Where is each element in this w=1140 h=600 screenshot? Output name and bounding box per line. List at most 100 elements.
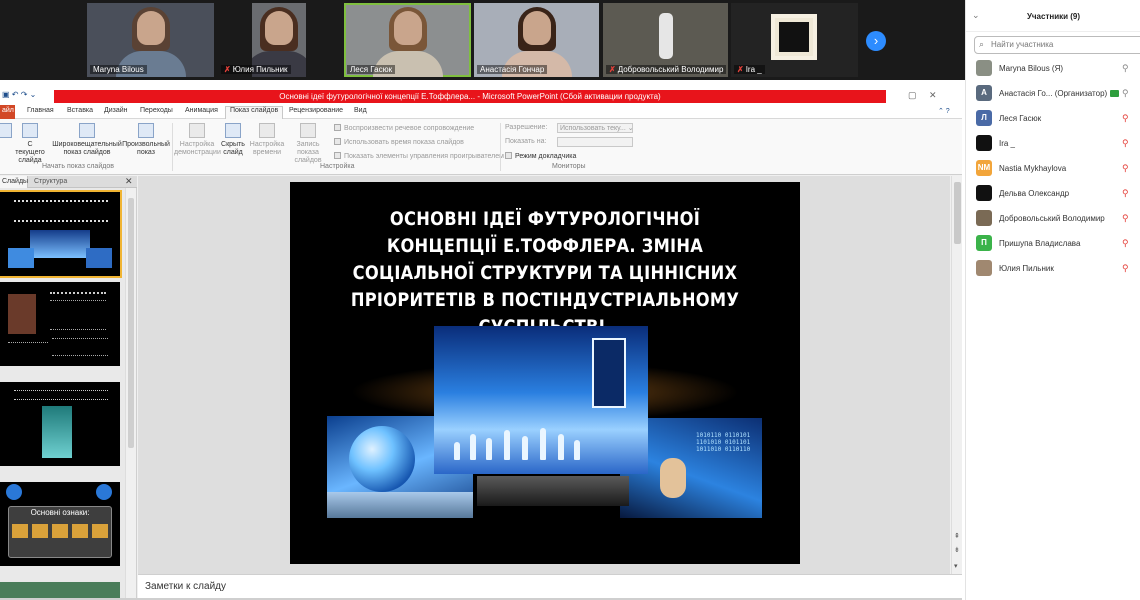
participant-row[interactable]: А Анастасія Го... (Организатор) ⚲ — [966, 81, 1140, 106]
video-tile-name: ✗ Ira _ — [734, 65, 765, 74]
participant-row[interactable]: Maryna Bilous (Я) ⚲ — [966, 56, 1140, 81]
group-separator — [172, 123, 173, 171]
video-tile-name: Леся Гасюк — [347, 65, 396, 74]
tab-home[interactable]: Главная — [27, 107, 54, 114]
slideshow-current-icon — [22, 123, 38, 138]
ribbon-minimize-icon[interactable]: ⌃ ? — [938, 107, 950, 115]
slide-thumbnail-1[interactable] — [0, 190, 122, 278]
participant-row[interactable]: Добровольський Володимир ⚲ — [966, 206, 1140, 231]
video-tile[interactable]: ✗ Добровольський Володимир — [603, 3, 728, 77]
hide-slide-icon — [225, 123, 241, 138]
scroll-thumb[interactable] — [954, 182, 961, 244]
search-participant-input[interactable]: ⌕ Найти участника — [974, 36, 1140, 54]
scroll-down-icon[interactable]: ▾ — [954, 562, 958, 570]
scroll-thumb[interactable] — [128, 198, 134, 448]
window-controls[interactable]: ▢ ✕ — [908, 90, 937, 101]
video-tile-label-area: ✗ Юлия Пильник — [218, 3, 343, 77]
custom-show-button[interactable]: Произвольный показ — [121, 123, 171, 157]
broadcast-icon — [79, 123, 95, 138]
mic-icon[interactable]: ⚲ — [1122, 88, 1129, 99]
tab-slideshow[interactable]: Показ слайдов — [225, 106, 284, 119]
video-tile[interactable]: Maryna Bilous — [87, 3, 214, 77]
mic-muted-icon[interactable]: ⚲ — [1122, 213, 1129, 224]
slide-title[interactable]: ОСНОВНІ ІДЕЇ ФУТУРОЛОГІЧНОЇ КОНЦЕПЦІЇ Е.… — [338, 206, 752, 341]
slides-panel: Слайды Структура ✕ Основні ознаки: — [0, 176, 137, 600]
participant-name: Добровольський Володимир — [999, 214, 1105, 223]
show-on-dropdown[interactable] — [557, 137, 633, 147]
timer-icon — [259, 123, 275, 138]
participant-name: Пришупа Владислава — [999, 239, 1081, 248]
resolution-dropdown[interactable]: Использовать теку... ⌄ — [557, 123, 634, 133]
avatar — [976, 135, 992, 151]
video-tile[interactable]: Анастасія Гончар — [474, 3, 599, 77]
participant-row[interactable]: Л Леся Гасюк ⚲ — [966, 106, 1140, 131]
slides-scrollbar[interactable] — [125, 188, 136, 600]
digital-people-image[interactable] — [434, 326, 648, 474]
slide-scrollbar[interactable]: ⇞ ⇟ ▾ — [951, 176, 962, 574]
tab-insert[interactable]: Вставка — [67, 107, 93, 114]
resolution-label: Разрешение: — [505, 124, 548, 131]
record-show-button[interactable]: Запись показа слайдов — [285, 123, 331, 165]
participant-row[interactable]: П Пришупа Владислава ⚲ — [966, 231, 1140, 256]
rehearse-timings-button[interactable]: Настройка времени — [248, 123, 286, 157]
slide-thumbnail-2[interactable] — [0, 282, 120, 366]
tab-slides[interactable]: Слайды — [0, 176, 28, 188]
current-slide[interactable]: ОСНОВНІ ІДЕЇ ФУТУРОЛОГІЧНОЇ КОНЦЕПЦІЇ Е.… — [290, 182, 800, 564]
video-tile-active-speaker[interactable]: Леся Гасюк — [344, 3, 471, 77]
mic-muted-icon[interactable]: ⚲ — [1122, 238, 1129, 249]
participants-panel: ⌄ Участники (9) ⌕ Найти участника Maryna… — [965, 0, 1140, 600]
next-page-button[interactable]: › — [866, 31, 886, 51]
next-slide-icon[interactable]: ⇟ — [954, 546, 960, 554]
setup-show-button[interactable]: Настройка демонстрации — [174, 123, 221, 157]
media-controls-checkbox[interactable]: Показать элементы управления проигрывате… — [334, 152, 504, 160]
chevron-right-icon: › — [873, 33, 879, 48]
participant-name: Ira _ — [999, 139, 1016, 148]
tab-view[interactable]: Вид — [354, 107, 367, 114]
from-current-button[interactable]: С текущего слайда — [13, 123, 47, 165]
desktop: Maryna Bilous ✗ Юлия Пильник Леся Гасюк А… — [0, 0, 1140, 600]
narrations-checkbox[interactable]: Воспроизвести речевое сопровождение — [334, 124, 474, 132]
participant-row[interactable]: Дельва Олександр ⚲ — [966, 181, 1140, 206]
close-icon[interactable]: ✕ — [125, 176, 133, 187]
group-label-setup: Настройка — [320, 163, 355, 170]
hide-slide-button[interactable]: Скрыть слайд — [220, 123, 246, 157]
from-beginning-button[interactable] — [0, 123, 12, 141]
title-bar: ▣ ↶ ↷ ⌄ Основні ідеї футурологічної конц… — [0, 87, 962, 105]
slide-editor: ОСНОВНІ ІДЕЇ ФУТУРОЛОГІЧНОЇ КОНЦЕПЦІЇ Е.… — [138, 176, 950, 574]
slide-thumbnail-3[interactable] — [0, 382, 120, 466]
tab-review[interactable]: Рецензирование — [289, 107, 343, 114]
notes-placeholder: Заметки к слайду — [145, 581, 226, 592]
mic-muted-icon[interactable]: ⚲ — [1122, 263, 1129, 274]
video-camera-icon — [1110, 90, 1120, 97]
tab-file[interactable]: айл — [0, 105, 15, 119]
timings-checkbox[interactable]: Использовать время показа слайдов — [334, 138, 464, 146]
custom-show-icon — [138, 123, 154, 138]
laptop-image[interactable] — [477, 476, 629, 506]
mic-icon[interactable]: ⚲ — [1122, 63, 1129, 74]
window-title: Основні ідеї футурологічної концепції Е.… — [54, 90, 886, 103]
tab-outline[interactable]: Структура — [34, 178, 67, 185]
mic-muted-icon[interactable]: ⚲ — [1122, 188, 1129, 199]
mic-muted-icon: ✗ — [609, 65, 616, 74]
notes-pane[interactable]: Заметки к слайду — [138, 574, 962, 598]
search-placeholder: Найти участника — [991, 40, 1054, 49]
tab-transitions[interactable]: Переходы — [140, 107, 173, 114]
quick-access-toolbar[interactable]: ▣ ↶ ↷ ⌄ — [2, 90, 36, 99]
participant-name: Дельва Олександр — [999, 189, 1070, 198]
mic-muted-icon[interactable]: ⚲ — [1122, 163, 1129, 174]
tab-design[interactable]: Дизайн — [104, 107, 128, 114]
presenter-view-checkbox[interactable]: Режим докладчика — [505, 152, 576, 160]
mic-muted-icon: ✗ — [737, 65, 744, 74]
avatar — [976, 185, 992, 201]
mic-muted-icon[interactable]: ⚲ — [1122, 113, 1129, 124]
broadcast-button[interactable]: Широковещательный показ слайдов — [52, 123, 122, 157]
previous-slide-icon[interactable]: ⇞ — [954, 532, 960, 540]
tab-animation[interactable]: Анимация — [185, 107, 218, 114]
participant-name: Юлия Пильник — [999, 264, 1054, 273]
video-tile[interactable]: ✗ Ira _ — [731, 3, 858, 77]
mic-muted-icon[interactable]: ⚲ — [1122, 138, 1129, 149]
participant-row[interactable]: Ira _ ⚲ — [966, 131, 1140, 156]
participant-row[interactable]: NM Nastia Mykhaylova ⚲ — [966, 156, 1140, 181]
participant-row[interactable]: Юлия Пильник ⚲ — [966, 256, 1140, 281]
slide-thumbnail-4[interactable]: Основні ознаки: — [0, 482, 120, 566]
